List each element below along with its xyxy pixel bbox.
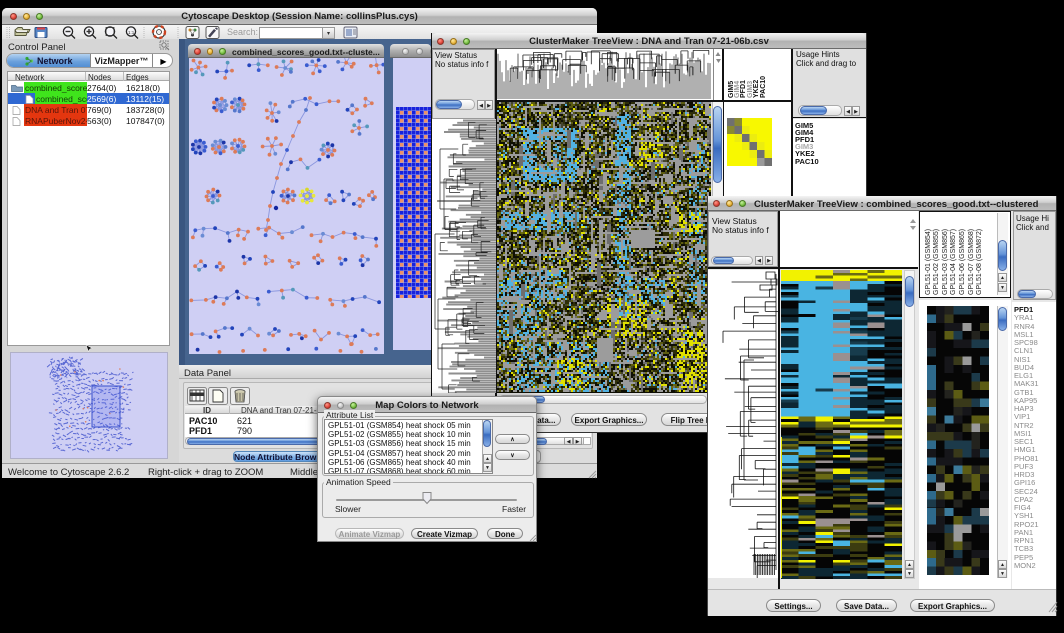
- svg-text:Search:: Search:: [227, 27, 258, 37]
- svg-text:1:1: 1:1: [128, 30, 135, 35]
